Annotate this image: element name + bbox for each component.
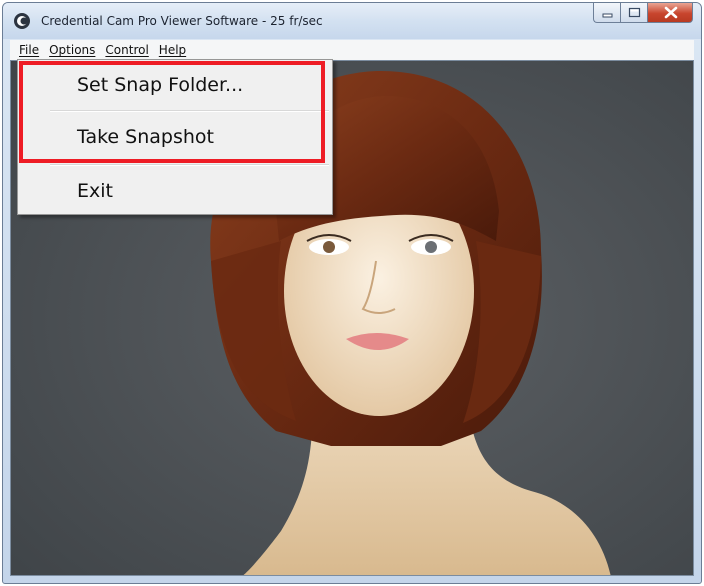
menu-bar: File Options Control Help xyxy=(10,40,694,60)
menu-help[interactable]: Help xyxy=(154,43,191,57)
minimize-icon xyxy=(602,13,613,18)
menu-control[interactable]: Control xyxy=(100,43,153,57)
menu-item-label: Exit xyxy=(77,180,113,202)
menu-item-exit[interactable]: Exit xyxy=(18,170,332,210)
red-highlight-box xyxy=(19,61,325,163)
menu-separator xyxy=(50,164,329,166)
close-button[interactable] xyxy=(647,3,693,23)
minimize-button[interactable] xyxy=(593,3,620,23)
camera-app-icon xyxy=(14,13,30,29)
title-bar[interactable]: Credential Cam Pro Viewer Software - 25 … xyxy=(3,3,701,39)
maximize-button[interactable] xyxy=(620,3,647,23)
menu-file[interactable]: File xyxy=(14,43,44,57)
window-title: Credential Cam Pro Viewer Software - 25 … xyxy=(41,14,323,28)
maximize-icon xyxy=(628,7,641,18)
menu-options[interactable]: Options xyxy=(44,43,100,57)
close-icon xyxy=(664,6,678,19)
